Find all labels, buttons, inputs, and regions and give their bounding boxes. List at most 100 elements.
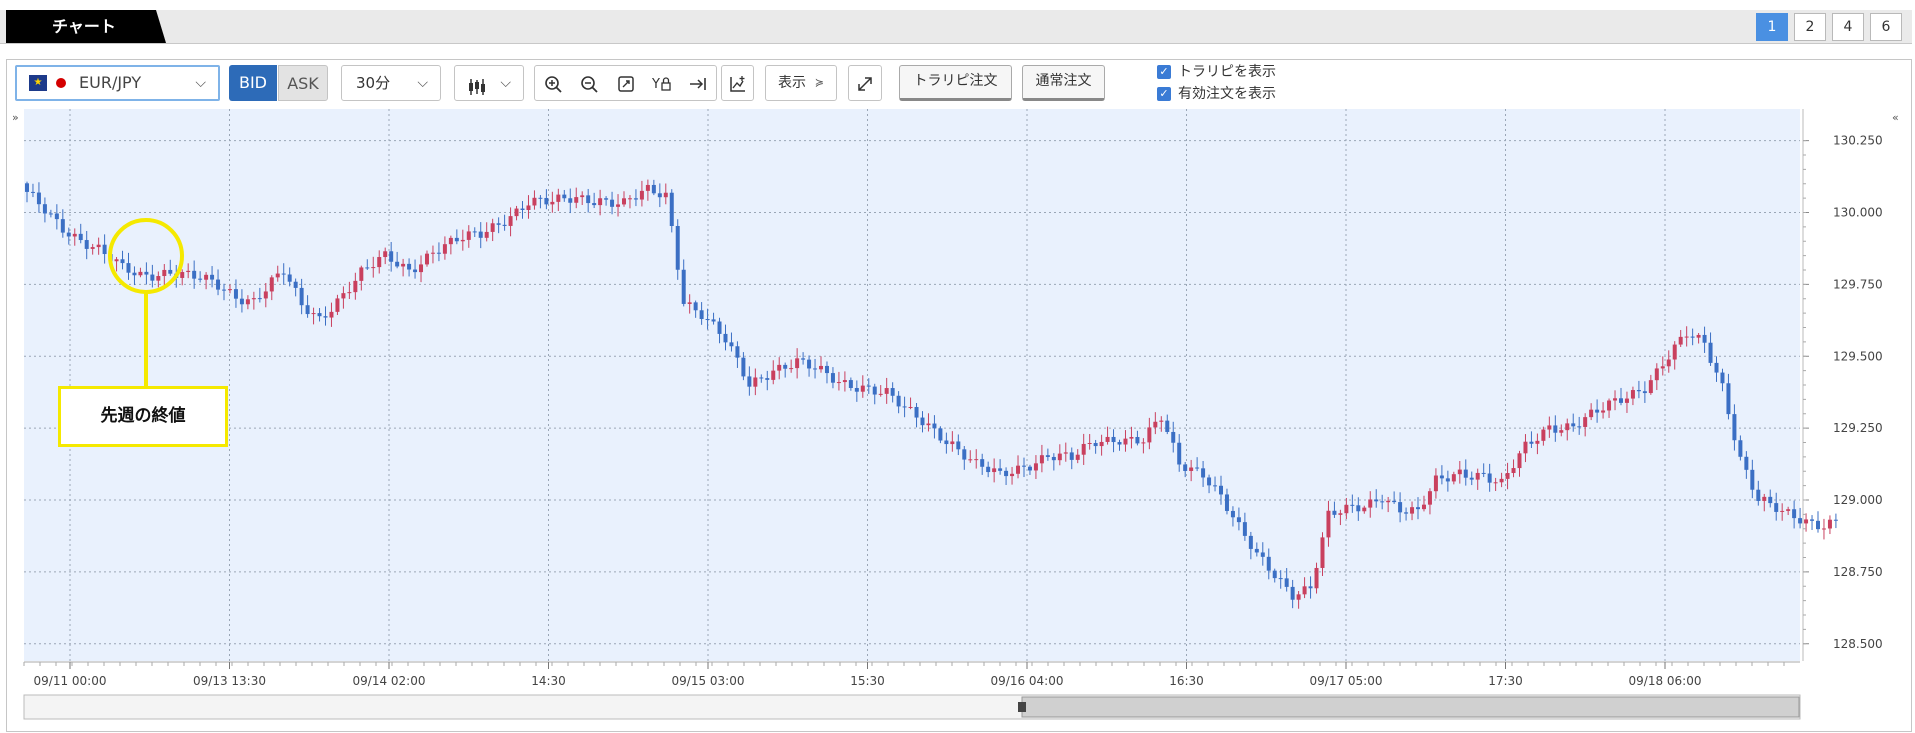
candle [1810, 515, 1815, 531]
candle-body [305, 305, 310, 315]
candle-body [198, 278, 203, 280]
candle-body [980, 459, 985, 467]
candle-body [681, 269, 686, 304]
candle-body [484, 231, 489, 238]
candle-body [1636, 390, 1641, 392]
candle-body [448, 237, 453, 245]
candle-body [944, 440, 949, 445]
candle-body [1141, 442, 1146, 444]
candle-body [144, 271, 149, 275]
candle-body [287, 274, 292, 282]
candle-body [824, 365, 829, 374]
candle-body [1690, 336, 1695, 338]
candle-body [192, 270, 197, 279]
candle-body [299, 287, 304, 306]
candle-body [968, 459, 973, 461]
candle-body [25, 183, 29, 192]
navigator-window[interactable] [1021, 696, 1800, 718]
candle-body [616, 204, 621, 207]
candle-body [1798, 518, 1803, 524]
price-axis: 130.250 130.000 129.750 129.500 129.250 129.0… [1803, 134, 1883, 651]
candle-body [413, 269, 418, 273]
candle-body [741, 357, 746, 377]
candle-body [1433, 475, 1438, 492]
candle-body [705, 318, 710, 320]
candle [669, 189, 674, 233]
candle-body [126, 263, 131, 273]
candle-body [1565, 423, 1570, 431]
candle-body [1469, 477, 1474, 480]
candle-body [1248, 535, 1253, 549]
candle-body [693, 302, 698, 311]
candle-body [1326, 510, 1331, 538]
candle-body [1833, 519, 1838, 521]
candle-body [424, 253, 429, 265]
candle-body [1254, 548, 1259, 553]
candle-body [454, 237, 459, 242]
candle-body [335, 298, 340, 312]
collapse-left-icon[interactable]: » [12, 111, 19, 124]
candle-body [699, 310, 704, 319]
candle-body [216, 279, 221, 290]
candle-body [1672, 344, 1677, 360]
y-tick-label: 128.500 [1833, 637, 1883, 651]
candle-body [48, 213, 53, 215]
candle-body [1768, 496, 1773, 504]
candle-body [1207, 477, 1212, 486]
candle-body [227, 289, 232, 291]
candle-body [807, 359, 812, 369]
candle-body [1624, 398, 1629, 403]
x-tick-label: 09/14 02:00 [353, 674, 426, 688]
candle-body [180, 272, 185, 278]
candle-body [610, 199, 615, 207]
candle-body [1505, 473, 1510, 479]
candle-body [1421, 504, 1426, 510]
candle-body [1224, 494, 1229, 511]
candle-body [1451, 474, 1456, 482]
candle-body [622, 198, 626, 205]
candle-body [460, 239, 465, 242]
candle-body [1595, 409, 1600, 413]
candle-body [830, 373, 835, 383]
candle-body [1278, 578, 1283, 580]
candle-body [645, 184, 650, 191]
candle-body [1642, 391, 1647, 394]
candle-body [836, 382, 841, 384]
candle-body [1738, 440, 1743, 457]
candle-body [735, 346, 740, 358]
candle-body [1810, 519, 1815, 521]
candle-body [1392, 500, 1397, 503]
candle-body [1427, 491, 1432, 505]
x-tick-label: 09/13 13:30 [193, 674, 266, 688]
candle-body [1607, 400, 1612, 411]
candle-body [1081, 443, 1086, 455]
candle-body [526, 205, 531, 210]
candle-body [1230, 510, 1235, 518]
candle-body [383, 251, 388, 258]
candle-body [532, 197, 537, 206]
candle-body [514, 208, 519, 217]
candle-body [1356, 505, 1361, 512]
candle-body [1547, 425, 1552, 430]
candle-body [1553, 425, 1558, 433]
candle-body [1189, 467, 1194, 471]
candle-body [1242, 522, 1247, 536]
candle-body [550, 201, 555, 205]
candle-body [1380, 501, 1385, 503]
candle-body [1057, 453, 1062, 461]
candle-body [1816, 520, 1820, 530]
candle-body [257, 298, 262, 300]
candle-body [926, 423, 931, 426]
candle-body [323, 316, 328, 318]
x-tick-label: 09/11 00:00 [34, 674, 107, 688]
collapse-right-icon[interactable]: « [1892, 111, 1899, 124]
candle-body [813, 368, 818, 370]
candle-body [1260, 552, 1265, 557]
candle-body [556, 194, 561, 202]
candle [1816, 511, 1820, 533]
navigator-handle[interactable] [1018, 702, 1026, 712]
candle-body [120, 259, 125, 264]
candle-body [562, 194, 567, 199]
price-chart[interactable]: 130.250 130.000 129.750 129.500 129.250 129.0… [0, 0, 1915, 733]
candle-body [914, 406, 919, 418]
